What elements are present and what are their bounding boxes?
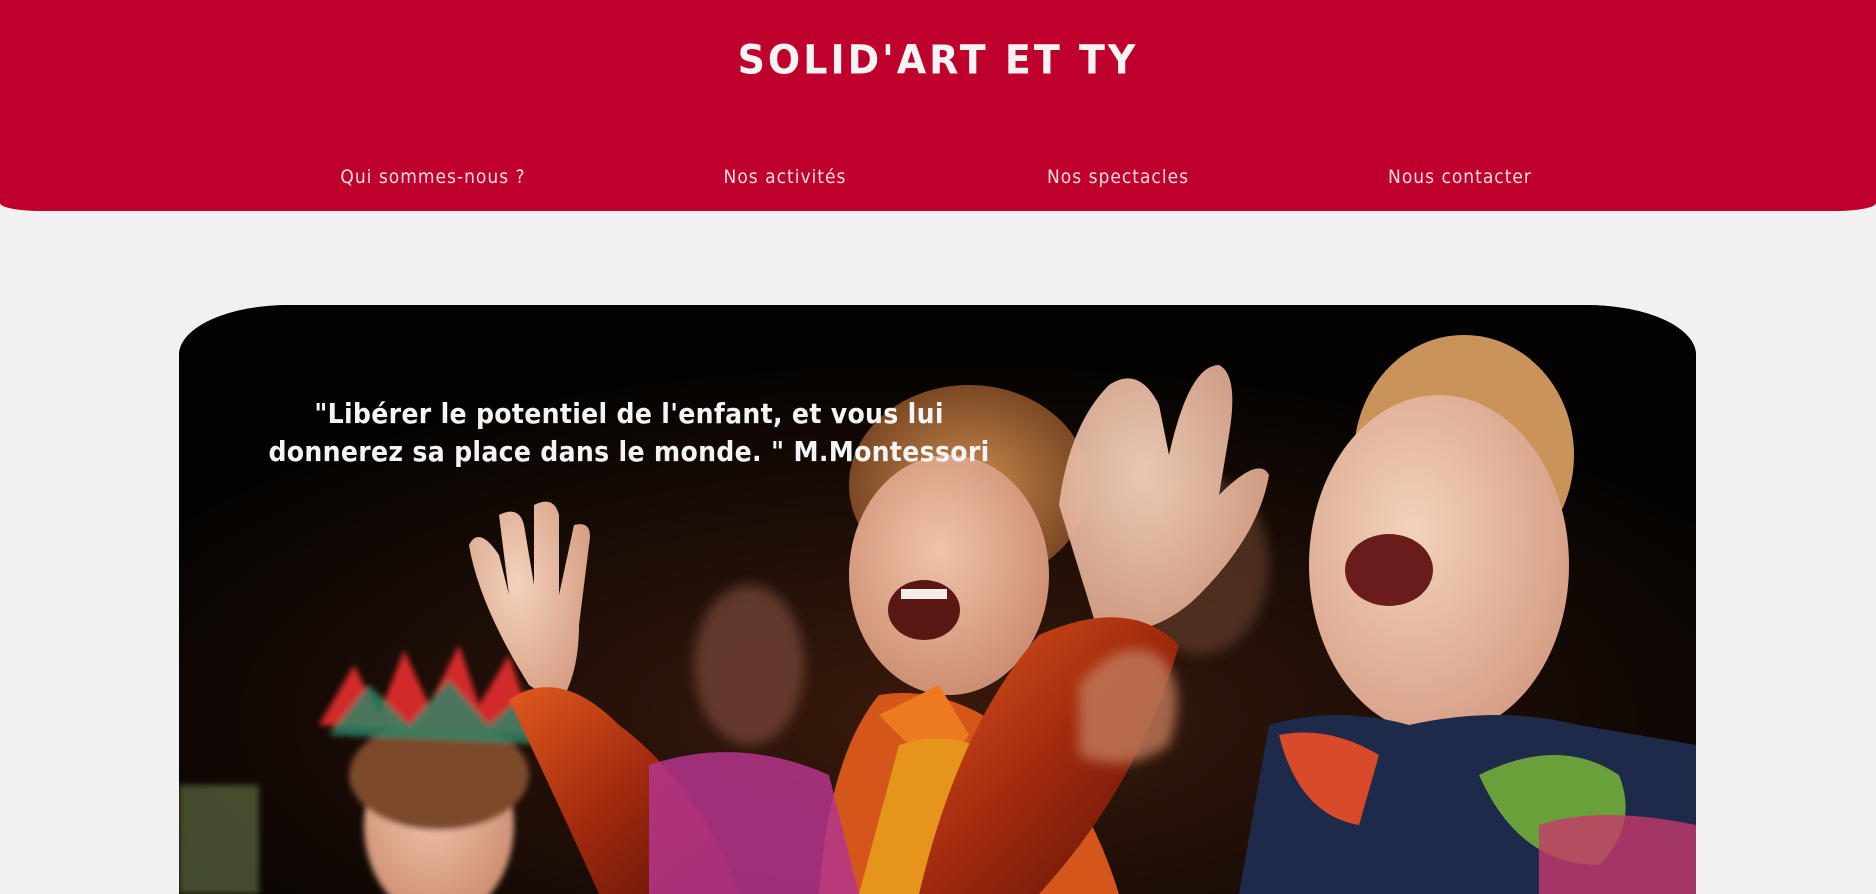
nav-item-nos-spectacles[interactable]: Nos spectacles <box>1047 166 1189 188</box>
nav-item-nous-contacter[interactable]: Nous contacter <box>1388 166 1532 188</box>
site-header: SOLID'ART ET TY Qui sommes-nous ? Nos ac… <box>0 0 1876 211</box>
site-title[interactable]: SOLID'ART ET TY <box>0 37 1876 83</box>
nav-item-qui-sommes-nous[interactable]: Qui sommes-nous ? <box>340 166 525 188</box>
hero-quote: "Libérer le potentiel de l'enfant, et vo… <box>268 397 990 468</box>
nav-item-nos-activites[interactable]: Nos activités <box>724 166 847 188</box>
main-nav: Qui sommes-nous ? Nos activités Nos spec… <box>0 166 1876 196</box>
hero-banner: "Libérer le potentiel de l'enfant, et vo… <box>179 305 1696 894</box>
hero-image <box>179 305 1696 894</box>
